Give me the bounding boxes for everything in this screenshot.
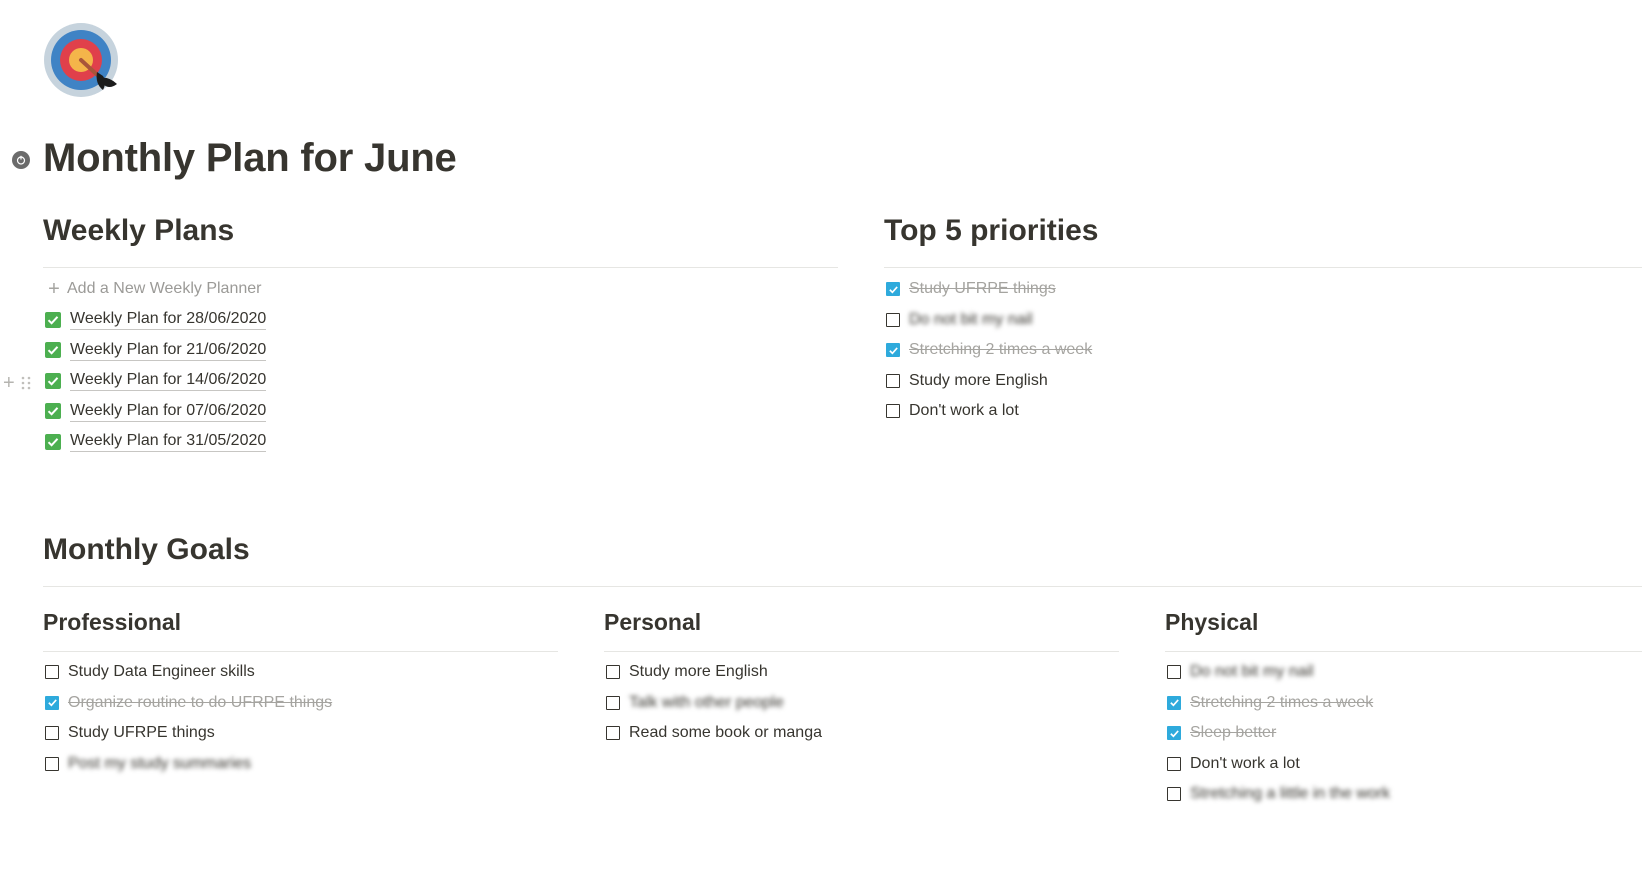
physical-divider <box>1165 651 1642 652</box>
todo-checkbox[interactable] <box>606 695 620 710</box>
weekly-plan-link[interactable]: Weekly Plan for 14/06/2020 <box>70 370 267 392</box>
page-title: Monthly Plan for June <box>43 136 457 180</box>
weekly-plan-link[interactable]: Weekly Plan for 21/06/2020 <box>70 340 267 361</box>
todo-checkbox[interactable] <box>886 373 900 388</box>
monthly-goals-heading: Monthly Goals <box>43 533 250 566</box>
todo-checkbox[interactable] <box>1167 665 1181 680</box>
todo-checkbox-checked[interactable] <box>886 282 900 297</box>
todo-item: Stretching a little in the work <box>1165 779 1390 810</box>
checkmark-icon <box>888 286 898 294</box>
checkmark-page-icon <box>45 342 61 359</box>
todo-text[interactable]: Stretching a little in the work <box>1190 785 1390 803</box>
plus-icon: + <box>48 278 60 301</box>
todo-checkbox[interactable] <box>886 312 900 327</box>
todo-text[interactable]: Study more English <box>629 663 768 681</box>
todo-item: Post my study summaries <box>43 749 332 780</box>
professional-list: Study Data Engineer skills Organize rout… <box>43 657 332 779</box>
physical-heading: Physical <box>1165 609 1259 635</box>
todo-text[interactable]: Do not bit my nail <box>909 311 1033 329</box>
page-action-icon[interactable] <box>12 151 30 169</box>
drag-handle-icon[interactable] <box>21 376 31 390</box>
personal-heading: Personal <box>604 609 702 635</box>
todo-text[interactable]: Post my study summaries <box>68 755 251 773</box>
todo-checkbox-checked[interactable] <box>1167 726 1181 741</box>
todo-checkbox[interactable] <box>45 665 59 680</box>
checkmark-icon <box>47 699 57 707</box>
priorities-heading: Top 5 priorities <box>884 214 1099 247</box>
professional-heading: Professional <box>43 609 182 635</box>
add-weekly-planner-button[interactable]: + Add a New Weekly Planner <box>43 274 266 305</box>
checkmark-page-icon <box>45 311 61 328</box>
weekly-plan-link[interactable]: Weekly Plan for 07/06/2020 <box>70 401 267 422</box>
todo-checkbox[interactable] <box>45 726 59 741</box>
todo-checkbox[interactable] <box>606 726 620 741</box>
todo-item: Study more English <box>604 657 822 688</box>
weekly-plans-list: + Add a New Weekly Planner Weekly Plan f… <box>43 274 267 458</box>
todo-text[interactable]: Sleep better <box>1190 724 1276 742</box>
todo-checkbox-checked[interactable] <box>1167 695 1181 710</box>
weekly-plan-item[interactable]: Weekly Plan for 21/06/2020 <box>43 335 267 366</box>
todo-item: Study UFRPE things <box>884 274 1092 305</box>
todo-text[interactable]: Don't work a lot <box>1190 755 1300 773</box>
todo-item: Study UFRPE things <box>43 718 332 749</box>
weekly-divider <box>43 267 838 268</box>
todo-checkbox[interactable] <box>886 404 900 419</box>
todo-item: Organize routine to do UFRPE things <box>43 688 332 719</box>
todo-checkbox-checked[interactable] <box>886 343 900 358</box>
checkmark-page-icon <box>45 403 61 420</box>
todo-text[interactable]: Study Data Engineer skills <box>68 663 255 681</box>
block-handle[interactable]: + <box>3 373 31 393</box>
target-dart-icon[interactable] <box>43 22 121 100</box>
todo-checkbox[interactable] <box>1167 787 1181 802</box>
personal-divider <box>604 651 1119 652</box>
todo-item: Sleep better <box>1165 718 1390 749</box>
weekly-plan-item[interactable]: Weekly Plan for 14/06/2020 <box>43 366 267 397</box>
todo-checkbox[interactable] <box>45 756 59 771</box>
goals-divider <box>43 586 1642 587</box>
weekly-plans-heading: Weekly Plans <box>43 214 235 247</box>
todo-text[interactable]: Stretching 2 times a week <box>1190 694 1373 712</box>
add-weekly-planner-label: Add a New Weekly Planner <box>67 280 262 298</box>
weekly-plan-item[interactable]: Weekly Plan for 07/06/2020 <box>43 396 267 427</box>
weekly-plan-item[interactable]: Weekly Plan for 28/06/2020 <box>43 305 267 336</box>
todo-item: Read some book or manga <box>604 718 822 749</box>
physical-list: Do not bit my nail Stretching 2 times a … <box>1165 657 1390 810</box>
todo-item: Stretching 2 times a week <box>1165 688 1390 719</box>
priorities-list: Study UFRPE things Do not bit my nail St… <box>884 274 1092 427</box>
professional-divider <box>43 651 558 652</box>
checkmark-page-icon <box>45 433 61 450</box>
checkmark-icon <box>888 347 898 355</box>
checkmark-icon <box>1169 699 1179 707</box>
checkmark-page-icon <box>45 372 61 389</box>
todo-checkbox-checked[interactable] <box>45 695 59 710</box>
todo-item: Do not bit my nail <box>884 305 1092 336</box>
todo-text[interactable]: Study UFRPE things <box>909 280 1056 298</box>
todo-item: Stretching 2 times a week <box>884 335 1092 366</box>
todo-text[interactable]: Don't work a lot <box>909 402 1019 420</box>
todo-text[interactable]: Organize routine to do UFRPE things <box>68 694 332 712</box>
todo-item: Study Data Engineer skills <box>43 657 332 688</box>
personal-list: Study more English Talk with other peopl… <box>604 657 822 749</box>
weekly-plan-link[interactable]: Weekly Plan for 28/06/2020 <box>70 309 267 331</box>
todo-text[interactable]: Study UFRPE things <box>68 724 215 742</box>
todo-text[interactable]: Do not bit my nail <box>1190 663 1314 681</box>
todo-text[interactable]: Stretching 2 times a week <box>909 341 1092 359</box>
weekly-plan-link[interactable]: Weekly Plan for 31/05/2020 <box>70 431 267 453</box>
todo-item: Don't work a lot <box>884 396 1092 427</box>
checkmark-icon <box>1169 730 1179 738</box>
todo-text[interactable]: Study more English <box>909 372 1048 390</box>
weekly-plan-item[interactable]: Weekly Plan for 31/05/2020 <box>43 427 267 458</box>
todo-item: Don't work a lot <box>1165 749 1390 780</box>
todo-text[interactable]: Talk with other people <box>629 694 784 712</box>
todo-checkbox[interactable] <box>1167 756 1181 771</box>
todo-item: Talk with other people <box>604 688 822 719</box>
todo-item: Do not bit my nail <box>1165 657 1390 688</box>
todo-text[interactable]: Read some book or manga <box>629 724 822 742</box>
todo-item: Study more English <box>884 366 1092 397</box>
add-block-icon[interactable]: + <box>3 373 15 393</box>
todo-checkbox[interactable] <box>606 665 620 680</box>
priorities-divider <box>884 267 1642 268</box>
